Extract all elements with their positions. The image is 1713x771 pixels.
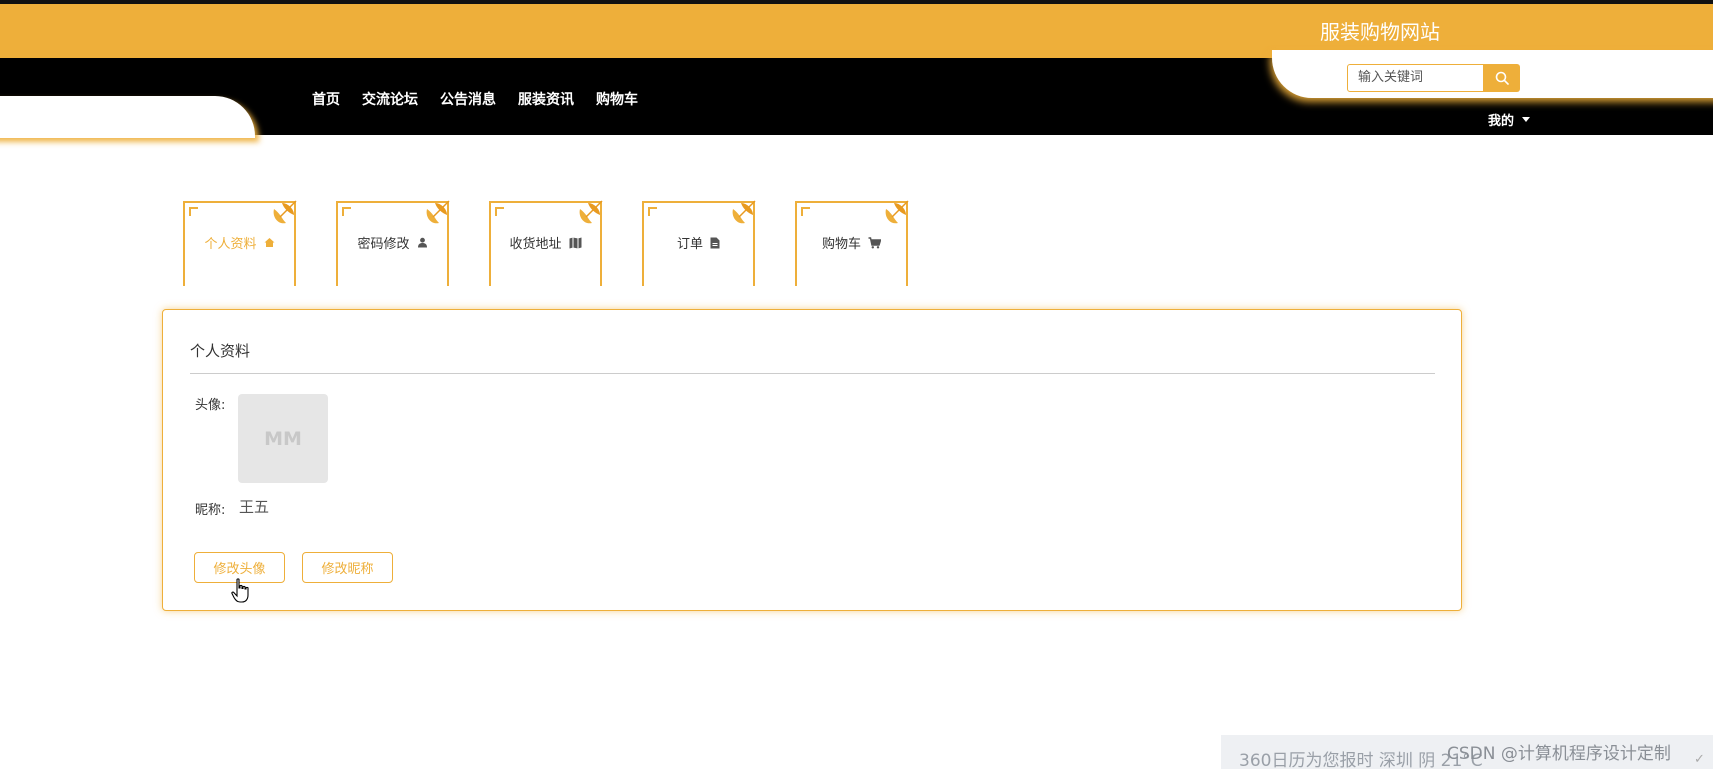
user-icon — [417, 237, 427, 248]
corner-decoration — [342, 207, 351, 216]
tab-profile[interactable]: 个人资料 — [183, 200, 297, 286]
nav-left-decoration — [0, 96, 255, 138]
corner-decoration — [801, 207, 810, 216]
corner-decoration — [495, 207, 504, 216]
csdn-watermark: CSDN @计算机程序设计定制 — [1447, 744, 1671, 764]
panel-divider — [190, 373, 1435, 374]
tab-cart[interactable]: 购物车 — [795, 200, 909, 286]
site-title: 服装购物网站 — [1320, 20, 1440, 44]
tab-orders[interactable]: 订单 — [642, 200, 756, 286]
nav-item-announcements[interactable]: 公告消息 — [440, 89, 496, 109]
tab-password[interactable]: 密码修改 — [336, 200, 450, 286]
tab-label-row: 购物车 — [797, 233, 906, 252]
panel-title: 个人资料 — [190, 342, 251, 360]
nickname-value: 王五 — [239, 498, 270, 516]
tab-orders-label: 订单 — [676, 237, 703, 252]
change-nickname-button[interactable]: 修改昵称 — [302, 552, 393, 583]
leaf-decoration-icon — [426, 200, 450, 224]
tab-label-row: 收货地址 — [491, 233, 600, 252]
home-icon — [264, 238, 274, 247]
tab-address-label: 收货地址 — [509, 237, 562, 252]
corner-decoration — [189, 207, 198, 216]
nav-item-home[interactable]: 首页 — [312, 89, 340, 109]
leaf-decoration-icon — [579, 200, 603, 224]
hand-cursor-icon — [231, 578, 249, 603]
search-input[interactable]: 输入关键词 — [1347, 64, 1484, 92]
avatar-placeholder-text: MM — [264, 427, 302, 450]
my-menu[interactable]: 我的 — [1488, 110, 1531, 129]
file-icon — [710, 237, 720, 248]
tab-password-label: 密码修改 — [357, 237, 410, 252]
tab-profile-label: 个人资料 — [204, 237, 257, 252]
caret-down-icon — [1522, 117, 1531, 122]
nav-item-cart[interactable]: 购物车 — [596, 89, 638, 109]
tab-cart-label: 购物车 — [821, 237, 861, 252]
nickname-label: 昵称: — [195, 503, 226, 518]
tab-label-row: 订单 — [644, 233, 753, 252]
avatar: MM — [238, 394, 328, 483]
tab-label-row: 个人资料 — [185, 233, 294, 252]
profile-panel: 个人资料 头像: MM 昵称: 王五 修改头像 修改昵称 — [162, 309, 1462, 611]
nav-item-fashion-news[interactable]: 服装资讯 — [518, 89, 574, 109]
cart-icon — [868, 236, 881, 248]
corner-decoration — [648, 207, 657, 216]
nav-item-forum[interactable]: 交流论坛 — [362, 89, 418, 109]
leaf-decoration-icon — [273, 200, 297, 224]
main-nav: 首页 交流论坛 公告消息 服装资讯 购物车 — [312, 89, 660, 109]
search-button[interactable] — [1484, 64, 1520, 92]
avatar-label: 头像: — [195, 398, 226, 413]
my-menu-label: 我的 — [1488, 114, 1515, 129]
tab-address[interactable]: 收货地址 — [489, 200, 603, 286]
leaf-decoration-icon — [885, 200, 909, 224]
search-icon — [1495, 71, 1509, 85]
leaf-decoration-icon — [732, 200, 756, 224]
check-icon: ✓ — [1694, 752, 1705, 767]
tab-label-row: 密码修改 — [338, 233, 447, 252]
map-icon — [569, 237, 581, 248]
